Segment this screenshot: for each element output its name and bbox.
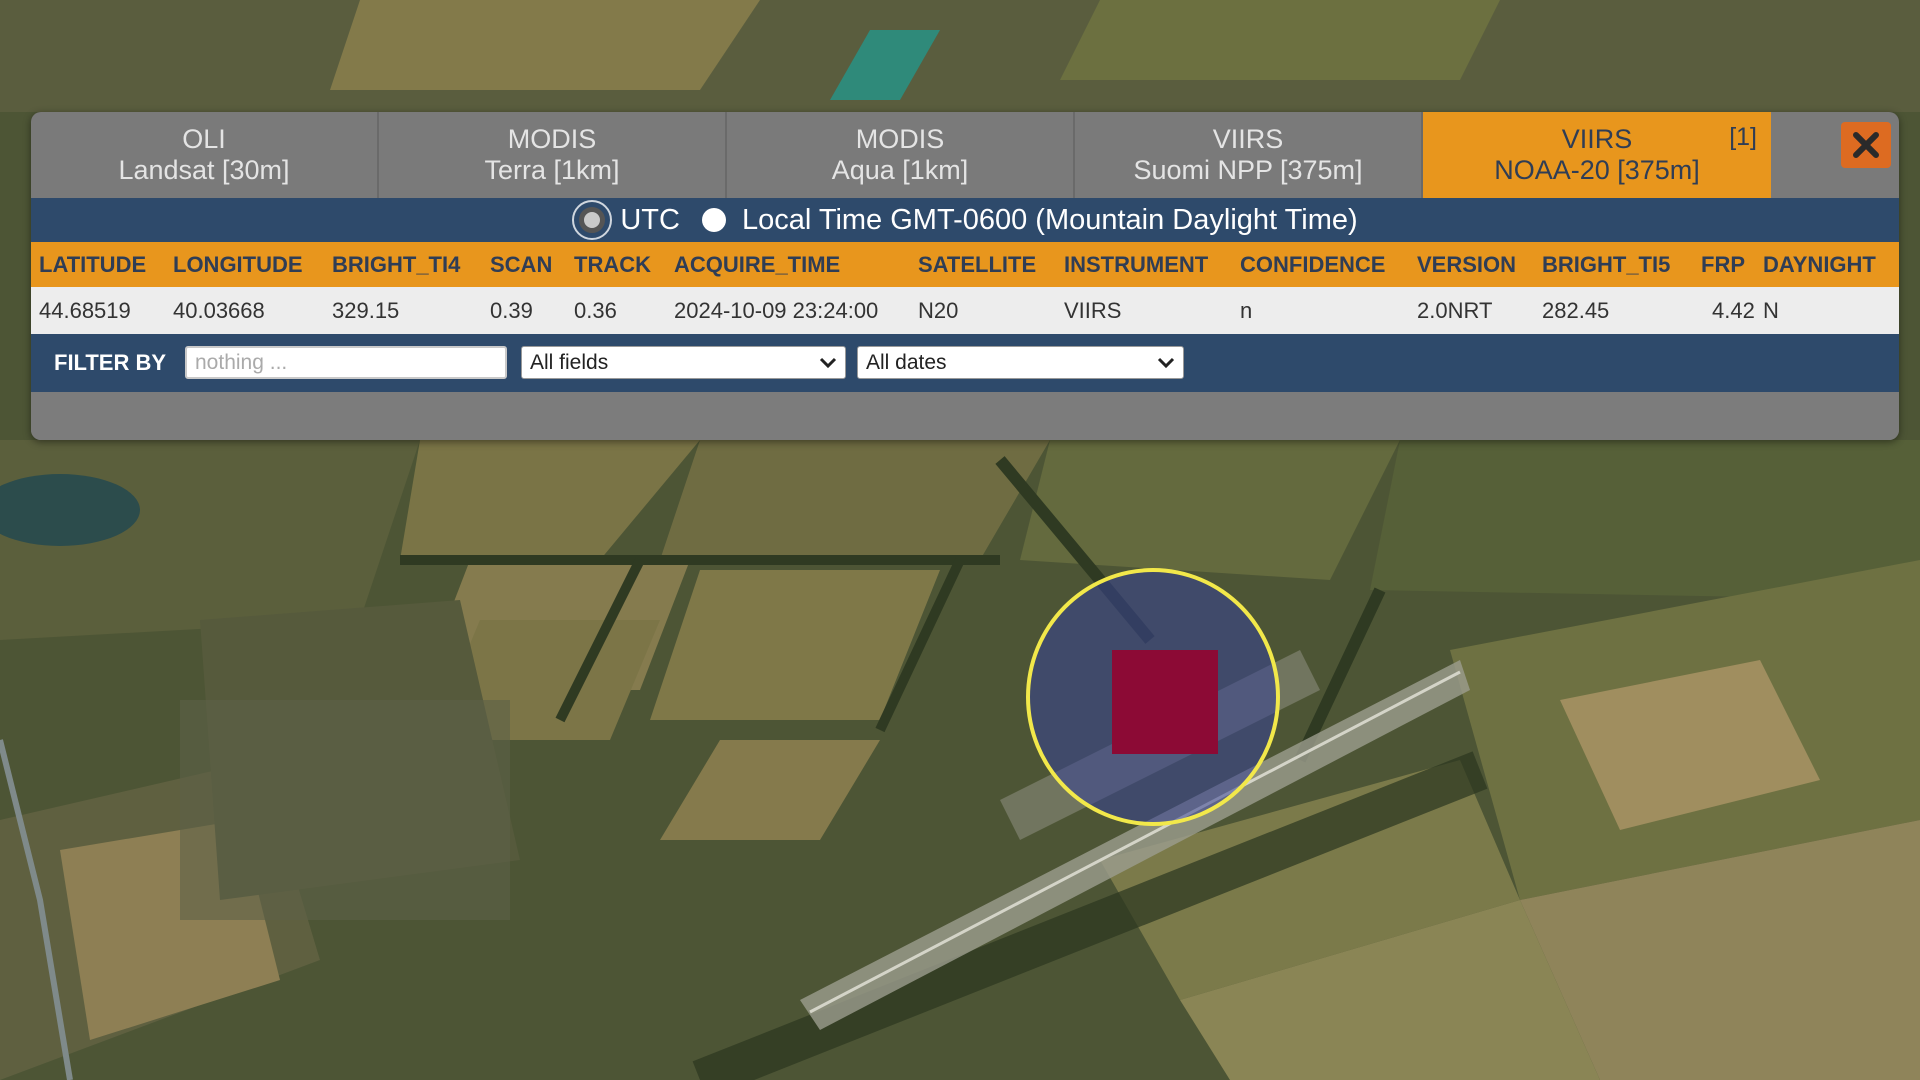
table-cell: N (1763, 297, 1779, 323)
col-header[interactable]: DAYNIGHT (1763, 242, 1876, 287)
table-row[interactable]: 44.68519 40.03668 329.15 0.39 0.36 2024-… (31, 287, 1899, 334)
table-cell: 44.68519 (39, 297, 131, 323)
tab-label-line2: Landsat [30m] (118, 155, 290, 185)
tab-count-badge: [1] (1729, 123, 1757, 151)
tab-modis-terra[interactable]: MODIS Terra [1km] (379, 112, 727, 198)
col-header[interactable]: TRACK (574, 242, 651, 287)
tab-oli-landsat[interactable]: OLI Landsat [30m] (31, 112, 379, 198)
field-select-value: All fields (530, 350, 609, 374)
tab-modis-aqua[interactable]: MODIS Aqua [1km] (727, 112, 1075, 198)
tab-label-line2: Terra [1km] (484, 155, 620, 185)
col-header[interactable]: SCAN (490, 242, 552, 287)
col-header[interactable]: FRP (1701, 242, 1745, 287)
col-header[interactable]: CONFIDENCE (1240, 242, 1385, 287)
table-cell: 329.15 (332, 297, 400, 323)
table-cell: 282.45 (1542, 297, 1610, 323)
close-button[interactable] (1841, 122, 1891, 168)
panel-footer (31, 392, 1899, 440)
table-cell: 2.0NRT (1417, 297, 1493, 323)
col-header[interactable]: LONGITUDE (173, 242, 303, 287)
local-time-label: Local Time GMT-0600 (Mountain Daylight T… (741, 203, 1358, 236)
table-cell: 2024-10-09 23:24:00 (674, 297, 879, 323)
fire-pixel-marker[interactable] (1112, 650, 1218, 754)
table-cell: N20 (918, 297, 959, 323)
table-cell: 40.03668 (173, 297, 265, 323)
tab-label-line2: NOAA-20 [375m] (1494, 155, 1700, 185)
filter-label: FILTER BY (54, 350, 167, 375)
tab-label-line1: MODIS (507, 124, 597, 154)
table-cell: n (1240, 297, 1253, 323)
table-cell: 4.42 (1712, 297, 1755, 323)
local-time-option[interactable]: Local Time GMT-0600 (Mountain Daylight T… (701, 203, 1358, 237)
chevron-down-icon (1157, 357, 1175, 368)
local-time-radio[interactable] (701, 208, 726, 232)
utc-option[interactable]: UTC (572, 200, 680, 240)
table-cell: VIIRS (1064, 297, 1122, 323)
col-header[interactable]: VERSION (1417, 242, 1516, 287)
col-header[interactable]: BRIGHT_TI5 (1542, 242, 1670, 287)
filter-input[interactable] (185, 346, 507, 379)
tab-viirs-noaa-20[interactable]: [1] VIIRS NOAA-20 [375m] (1423, 112, 1771, 198)
filter-bar: FILTER BY All fields All dates (31, 334, 1899, 392)
col-header[interactable]: SATELLITE (918, 242, 1036, 287)
utc-label: UTC (620, 203, 680, 236)
utc-radio[interactable] (572, 200, 613, 240)
date-select[interactable]: All dates (857, 346, 1184, 379)
field-select[interactable]: All fields (521, 346, 846, 379)
fire-data-popup: OLI Landsat [30m] MODIS Terra [1km] MODI… (31, 112, 1899, 440)
col-header[interactable]: INSTRUMENT (1064, 242, 1208, 287)
tab-label-line2: Suomi NPP [375m] (1133, 155, 1363, 185)
tab-label-line2: Aqua [1km] (831, 155, 969, 185)
time-mode-bar: UTC Local Time GMT-0600 (Mountain Daylig… (31, 198, 1899, 242)
tab-label-line1: VIIRS (1561, 124, 1633, 154)
tab-viirs-suomi-npp[interactable]: VIIRS Suomi NPP [375m] (1075, 112, 1423, 198)
col-header[interactable]: BRIGHT_TI4 (332, 242, 460, 287)
table-cell: 0.36 (574, 297, 617, 323)
table-cell: 0.39 (490, 297, 533, 323)
date-select-value: All dates (866, 350, 947, 374)
sensor-tabs: OLI Landsat [30m] MODIS Terra [1km] MODI… (31, 112, 1773, 198)
table-header: LATITUDE LONGITUDE BRIGHT_TI4 SCAN TRACK… (31, 242, 1899, 287)
close-icon (1853, 132, 1879, 158)
tab-label-line1: VIIRS (1212, 124, 1284, 154)
tab-label-line1: OLI (182, 124, 226, 154)
col-header[interactable]: ACQUIRE_TIME (674, 242, 840, 287)
col-header[interactable]: LATITUDE (39, 242, 146, 287)
tab-label-line1: MODIS (855, 124, 945, 154)
chevron-down-icon (819, 357, 837, 368)
